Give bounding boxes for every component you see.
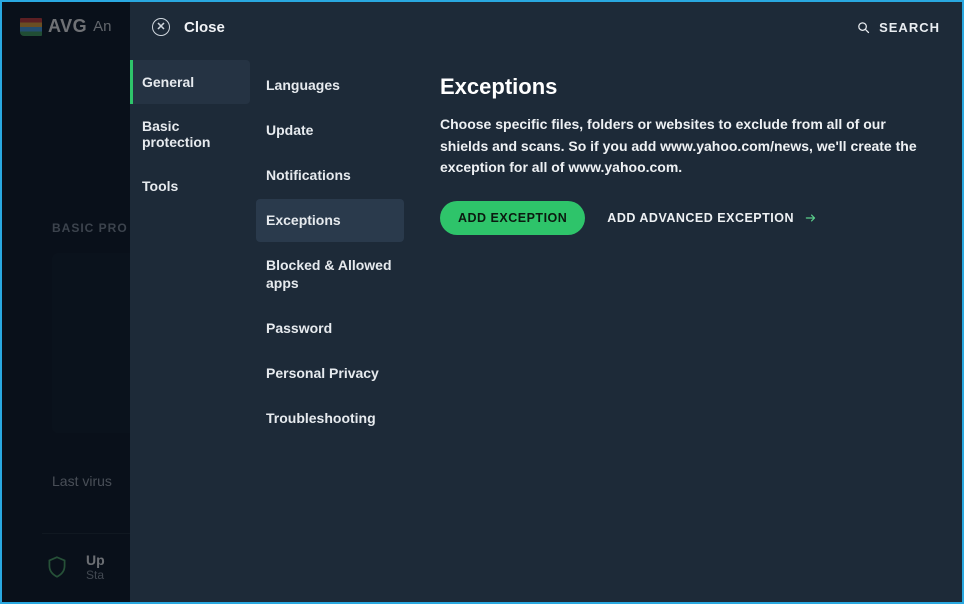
close-label: Close: [184, 19, 225, 36]
nav2-label: Exceptions: [266, 212, 341, 228]
nav2-item-blocked-allowed[interactable]: Blocked & Allowed apps: [256, 244, 404, 306]
nav2-label: Personal Privacy: [266, 365, 379, 381]
btn-label: ADD ADVANCED EXCEPTION: [607, 211, 794, 225]
settings-content: Exceptions Choose specific files, folder…: [410, 52, 962, 602]
nav2-item-update[interactable]: Update: [256, 109, 404, 152]
nav2-label: Password: [266, 320, 332, 336]
nav2-item-notifications[interactable]: Notifications: [256, 154, 404, 197]
content-title: Exceptions: [440, 74, 932, 100]
nav2-label: Languages: [266, 77, 340, 93]
settings-modal: ✕ Close SEARCH General Basic protection …: [130, 2, 962, 602]
nav2-label: Update: [266, 122, 313, 138]
nav1-item-general[interactable]: General: [130, 60, 250, 104]
nav1-item-basic-protection[interactable]: Basic protection: [130, 104, 250, 164]
nav2-label: Troubleshooting: [266, 410, 376, 426]
arrow-right-icon: [804, 211, 818, 225]
close-button[interactable]: ✕ Close: [152, 18, 225, 36]
search-button[interactable]: SEARCH: [856, 20, 940, 35]
nav2-item-languages[interactable]: Languages: [256, 64, 404, 107]
nav2-item-password[interactable]: Password: [256, 307, 404, 350]
nav1-item-tools[interactable]: Tools: [130, 164, 250, 208]
nav2-label: Blocked & Allowed apps: [266, 257, 392, 292]
settings-nav-secondary: Languages Update Notifications Exception…: [250, 52, 410, 602]
nav2-label: Notifications: [266, 167, 351, 183]
nav2-item-troubleshooting[interactable]: Troubleshooting: [256, 397, 404, 440]
nav1-label: Basic protection: [142, 118, 210, 150]
btn-label: ADD EXCEPTION: [458, 211, 567, 225]
nav1-label: Tools: [142, 178, 178, 194]
nav2-item-personal-privacy[interactable]: Personal Privacy: [256, 352, 404, 395]
search-icon: [856, 20, 871, 35]
add-exception-button[interactable]: ADD EXCEPTION: [440, 201, 585, 235]
settings-nav-primary: General Basic protection Tools: [130, 52, 250, 602]
nav2-item-exceptions[interactable]: Exceptions: [256, 199, 404, 242]
nav1-label: General: [142, 74, 194, 90]
content-description: Choose specific files, folders or websit…: [440, 114, 930, 179]
close-icon: ✕: [152, 18, 170, 36]
search-label: SEARCH: [879, 20, 940, 35]
add-advanced-exception-button[interactable]: ADD ADVANCED EXCEPTION: [607, 211, 818, 225]
